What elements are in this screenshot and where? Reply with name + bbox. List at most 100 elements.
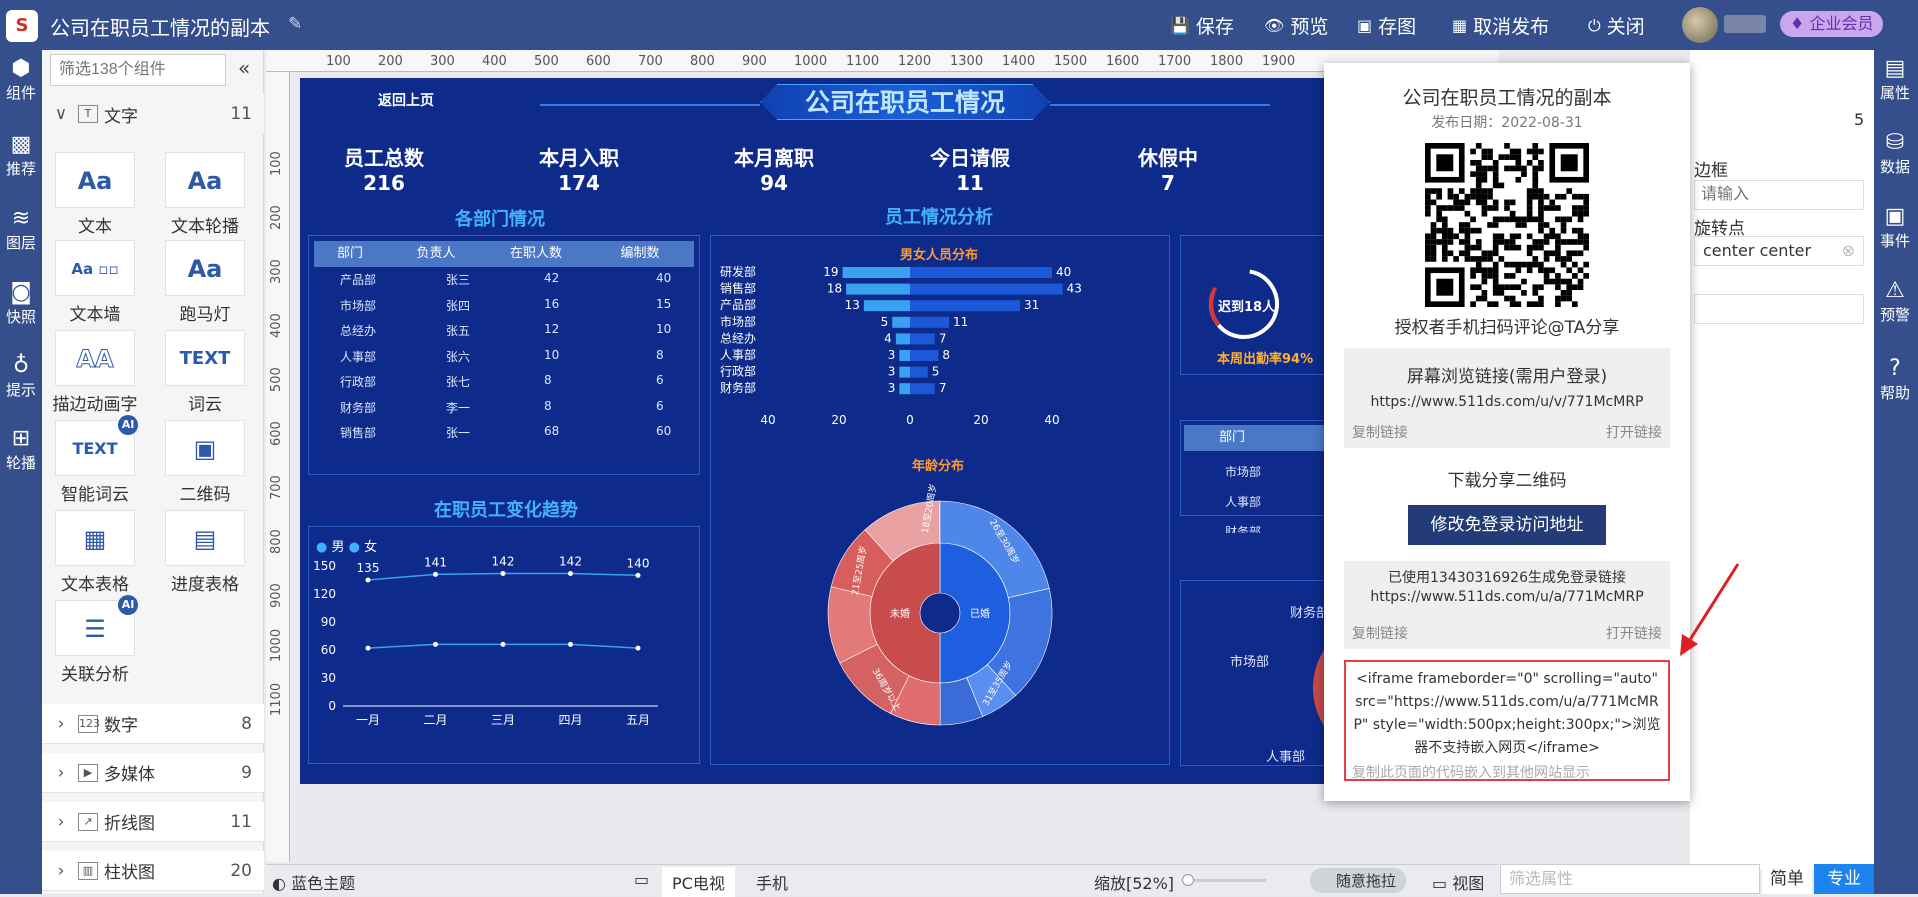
download-qr-link[interactable]: 下载分享二维码	[1324, 466, 1690, 491]
save-button[interactable]: 💾 保存	[1170, 12, 1234, 39]
qr-module	[1543, 267, 1550, 274]
qr-module	[1572, 284, 1578, 291]
tile-smart-word-cloud[interactable]: TEXT AI 智能词云	[52, 415, 138, 505]
qr-module	[1543, 273, 1550, 279]
ruler-tick: 700	[638, 54, 663, 69]
avatar[interactable]	[1682, 7, 1718, 43]
embed-code-box[interactable]: <iframe frameborder="0" scrolling="auto"…	[1344, 660, 1670, 781]
tile-word-cloud[interactable]: TEXT 词云	[162, 330, 248, 415]
rail-tips[interactable]: ♁ 提示	[0, 353, 42, 400]
camera-icon: ◙	[10, 280, 32, 305]
tile-text-wall[interactable]: Aa ▫▫ 文本墙	[52, 240, 138, 325]
unpublish-button[interactable]: ▦ 取消发布	[1452, 12, 1549, 39]
group-bar-chart[interactable]: › ▥ 柱状图 20	[42, 851, 264, 891]
trend-y-tick: 0	[328, 699, 336, 713]
screen-mode-icon[interactable]: ▭	[634, 870, 649, 889]
tile-relation-analysis[interactable]: ☰ AI 关联分析	[52, 595, 138, 685]
qr-module	[1572, 239, 1578, 245]
free-drag-toggle[interactable]: 随意拖拉	[1310, 868, 1407, 893]
qr-module	[1492, 267, 1499, 274]
copy-link-button[interactable]: 复制链接	[1352, 422, 1408, 442]
rotate-select[interactable]: center center ⊗	[1694, 236, 1864, 266]
close-button[interactable]: ⏻ 关闭	[1588, 12, 1645, 39]
gender-bar-right	[910, 267, 1052, 278]
tile-progress-table[interactable]: ▤ 进度表格	[162, 510, 248, 595]
rail-properties[interactable]: ▤ 属性	[1874, 56, 1916, 103]
rail-data[interactable]: ⛁ 数据	[1874, 130, 1916, 177]
open-link-button[interactable]: 打开链接	[1606, 422, 1662, 442]
qr-module	[1538, 210, 1544, 217]
tile-stroke-text[interactable]: AA 描边动画字	[52, 330, 138, 415]
qr-module	[1521, 171, 1527, 177]
tile-marquee[interactable]: Aa 跑马灯	[162, 240, 248, 325]
qr-module	[1436, 210, 1442, 217]
gender-value-label: 13	[845, 298, 860, 312]
theme-switch[interactable]: ◐ 蓝色主题	[272, 870, 355, 894]
open-link-button[interactable]: 打开链接	[1606, 623, 1662, 643]
dashboard-title: 公司在职员工情况	[760, 84, 1050, 120]
rail-carousel[interactable]: ⊞ 轮播	[0, 426, 42, 473]
qr-module	[1492, 216, 1499, 223]
back-link[interactable]: 返回上页	[378, 90, 434, 110]
zoom-slider[interactable]	[1182, 874, 1266, 886]
vip-badge[interactable]: ♦ 企业会员	[1780, 11, 1884, 37]
qr-module	[1577, 205, 1584, 211]
cube-icon: ⬢	[11, 56, 31, 81]
qr-module	[1577, 239, 1584, 245]
collapse-panel-icon[interactable]: «	[238, 56, 250, 80]
qr-module	[1526, 244, 1533, 251]
qr-module	[1555, 244, 1561, 251]
tile-text[interactable]: Aa 文本	[52, 152, 138, 237]
zoom-slider-handle[interactable]	[1182, 874, 1194, 886]
prop-input[interactable]	[1694, 294, 1864, 324]
dashboard-canvas[interactable]: 返回上页 公司在职员工情况 员工总数 216 本月入职 174 本月离职 94 今日请…	[300, 78, 1498, 784]
group-media[interactable]: › ▶ 多媒体 9	[42, 753, 264, 793]
tab-pc[interactable]: PC电视	[662, 867, 735, 897]
smart-cloud-icon: TEXT AI	[55, 415, 138, 476]
rail-events[interactable]: ▣ 事件	[1874, 204, 1916, 251]
annotation-arrow	[1680, 563, 1740, 656]
eye-icon: 👁	[1264, 16, 1285, 35]
qr-module	[1504, 273, 1510, 279]
age-sunburst-chart: 已婚未婚26至30周岁31至35周岁21至25周岁36周岁以上18至20周岁	[827, 483, 1053, 726]
border-input[interactable]	[1694, 180, 1864, 210]
rail-layers[interactable]: ≋ 图层	[0, 206, 42, 253]
dept-table-cell: 16	[544, 296, 560, 311]
save-image-button[interactable]: ▣ 存图	[1357, 12, 1416, 39]
tab-mobile[interactable]: 手机	[756, 870, 788, 894]
group-line-chart[interactable]: › ↗ 折线图 11	[42, 802, 264, 842]
qr-module	[1464, 256, 1471, 262]
component-search-input[interactable]	[50, 54, 226, 86]
rail-recommend[interactable]: ▩ 推荐	[0, 132, 42, 179]
edit-public-url-button[interactable]: 修改免登录访问地址	[1408, 505, 1606, 545]
mode-pro[interactable]: 专业	[1814, 864, 1874, 894]
gender-value-label: 43	[1067, 282, 1082, 296]
tile-text-table[interactable]: ▦ 文本表格	[52, 510, 138, 595]
qr-module	[1470, 256, 1476, 262]
tile-text-carousel[interactable]: Aa 文本轮播	[162, 152, 248, 237]
copy-link-button[interactable]: 复制链接	[1352, 623, 1408, 643]
view-button[interactable]: ▭ 视图	[1432, 870, 1484, 894]
mode-simple[interactable]: 简单	[1762, 864, 1812, 894]
rail-help[interactable]: ? 帮助	[1874, 356, 1916, 403]
trend-data-label: 142	[559, 554, 582, 568]
rail-alarm[interactable]: ⚠ 预警	[1874, 278, 1916, 325]
qr-module	[1509, 295, 1516, 302]
top-bar: S 公司在职员工情况的副本 ✎ 💾 保存 👁 预览 ▣ 存图 ▦ 取消发布 ⏻ 关闭 ♦ …	[0, 0, 1918, 50]
preview-button[interactable]: 👁 预览	[1264, 12, 1328, 39]
group-text[interactable]: ∨ T 文字 11	[42, 94, 264, 134]
qr-module	[1475, 193, 1482, 200]
clear-icon[interactable]: ⊗	[1842, 241, 1855, 260]
screen-link-box: 屏幕浏览链接(需用户登录) https://www.511ds.com/u/v/…	[1344, 348, 1670, 448]
rail-snapshot[interactable]: ◙ 快照	[0, 280, 42, 327]
app-logo[interactable]: S	[6, 10, 38, 42]
share-qrcode[interactable]	[1425, 143, 1589, 307]
qr-module	[1532, 290, 1539, 296]
rail-components[interactable]: ⬢ 组件	[0, 56, 42, 103]
pencil-icon[interactable]: ✎	[288, 14, 302, 34]
tile-qrcode[interactable]: ▣ 二维码	[162, 420, 248, 505]
property-filter-input[interactable]: 筛选属性	[1500, 864, 1760, 894]
qr-module	[1515, 284, 1522, 291]
gender-value-label: 4	[884, 331, 892, 345]
group-number[interactable]: › 123 数字 8	[42, 704, 264, 744]
